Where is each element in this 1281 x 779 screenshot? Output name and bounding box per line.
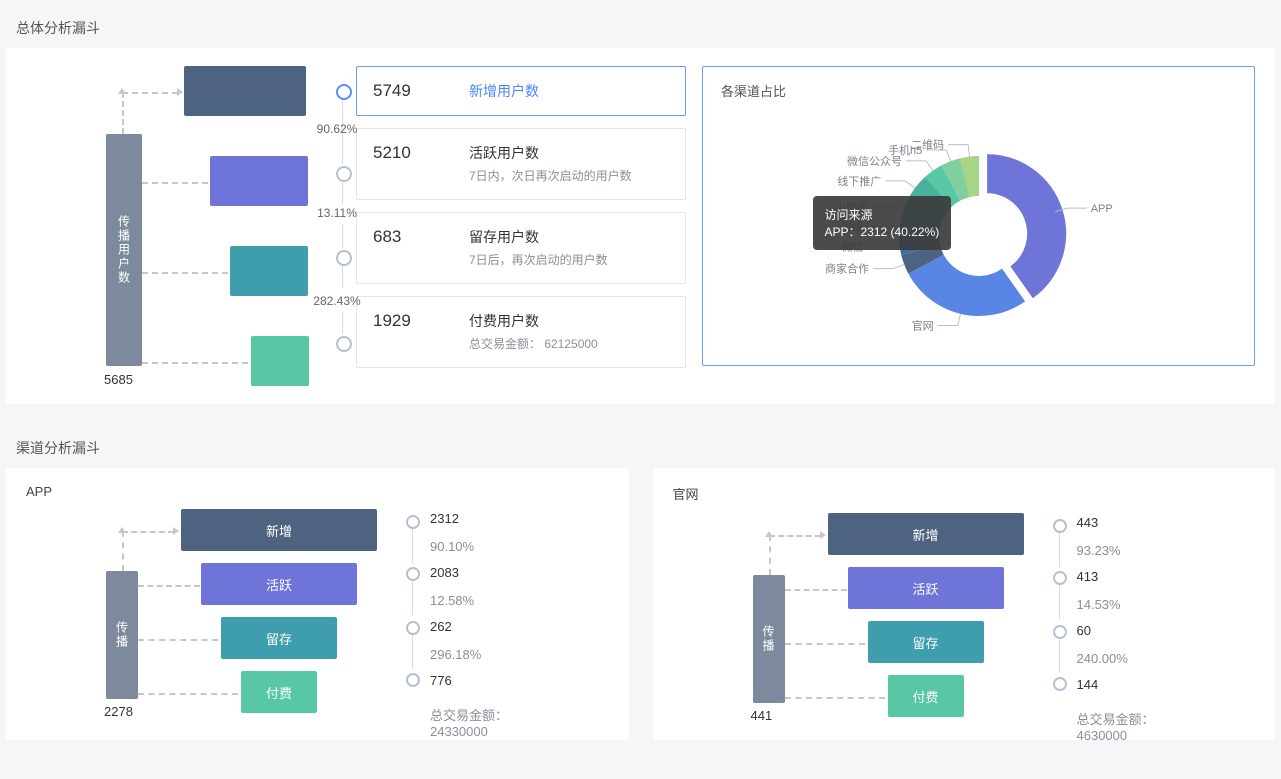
metric-card-new[interactable]: 5749 新增用户数 bbox=[356, 66, 686, 116]
metric-card-retain[interactable]: 683 留存用户数 7日后，再次启动的用户数 bbox=[356, 212, 686, 284]
metric-sub: 7日内，次日再次启动的用户数 bbox=[469, 167, 632, 185]
channel-bar-retain[interactable]: 留存 bbox=[221, 617, 337, 659]
spread-bar: 传播用户数 bbox=[106, 134, 142, 366]
svg-text:二维码: 二维码 bbox=[911, 139, 944, 152]
metric-card-pay[interactable]: 1929 付费用户数总交易金额： 62125000 bbox=[356, 296, 686, 368]
metric-value: 683 bbox=[373, 227, 469, 247]
svg-text:商家合作: 商家合作 bbox=[825, 262, 869, 276]
channel-title: APP bbox=[26, 484, 609, 499]
arrow-icon bbox=[177, 88, 183, 96]
channel-rate: 296.18% bbox=[430, 647, 481, 662]
funnel-bar-retain[interactable] bbox=[230, 246, 308, 296]
timeline-line bbox=[342, 224, 343, 248]
metric-title: 新增用户数 bbox=[469, 81, 539, 101]
channel-rate: 90.10% bbox=[430, 539, 474, 554]
pie-title: 各渠道占比 bbox=[721, 81, 1236, 100]
connector bbox=[122, 92, 124, 134]
rate-label: 90.62% bbox=[302, 122, 372, 136]
metric-sub: 总交易金额： 62125000 bbox=[469, 335, 598, 353]
timeline-dot[interactable] bbox=[336, 336, 352, 352]
connector bbox=[122, 92, 178, 94]
svg-text:官网: 官网 bbox=[911, 318, 933, 332]
channel-bar-pay[interactable]: 付费 bbox=[888, 675, 964, 717]
channel-rate: 240.00% bbox=[1077, 651, 1128, 666]
metric-list: 5749 新增用户数 5210 活跃用户数 7日内，次日再次启动的用户数 683 … bbox=[356, 66, 686, 380]
timeline-dot[interactable] bbox=[336, 84, 352, 100]
metric-title: 活跃用户数 bbox=[469, 143, 632, 163]
funnel-bar-active[interactable] bbox=[210, 156, 308, 206]
tooltip-title: 访问来源 bbox=[825, 206, 940, 223]
channel-bar-active[interactable]: 活跃 bbox=[201, 563, 357, 605]
connector bbox=[142, 272, 228, 274]
channel-value: 60 bbox=[1077, 623, 1091, 638]
channel-value: 776 bbox=[430, 673, 452, 688]
channel-title: 官网 bbox=[673, 484, 1256, 503]
channel-bar-pay[interactable]: 付费 bbox=[241, 671, 317, 713]
channel-value: 443 bbox=[1077, 515, 1099, 530]
metric-value: 5749 bbox=[373, 81, 469, 101]
channel-spread-bar: 传播 bbox=[753, 575, 785, 703]
channel-bar-new[interactable]: 新增 bbox=[828, 513, 1024, 555]
channel-bar-active[interactable]: 活跃 bbox=[848, 567, 1004, 609]
section-title-channels: 渠道分析漏斗 bbox=[0, 420, 1281, 468]
svg-text:APP: APP bbox=[1090, 203, 1112, 215]
timeline-line bbox=[342, 266, 343, 288]
overall-funnel: 传播用户数 5685 90.62% 13.11% 282.43% bbox=[26, 66, 356, 386]
channel-value: 2312 bbox=[430, 511, 459, 526]
metric-sub: 7日后，再次启动的用户数 bbox=[469, 251, 608, 269]
timeline-line bbox=[342, 146, 343, 164]
pie-chart[interactable]: APP官网商家合作微信短信小程序线下推广微信公众号手机h5二维码 访问来源 AP… bbox=[749, 106, 1209, 366]
channel-total: 总交易金额：24330000 bbox=[430, 705, 508, 739]
channel-bar-retain[interactable]: 留存 bbox=[868, 621, 984, 663]
channel-bar-new[interactable]: 新增 bbox=[181, 509, 377, 551]
connector bbox=[142, 182, 208, 184]
channel-card: 官网 传播 441 新增 活跃 留存 付费 bbox=[653, 468, 1276, 740]
tooltip-line: APP：2312 (40.22%) bbox=[825, 223, 940, 240]
metric-title: 付费用户数 bbox=[469, 311, 598, 331]
funnel-timeline: 90.62% 13.11% 282.43% bbox=[328, 66, 358, 386]
overall-card: 传播用户数 5685 90.62% 13.11% 282.43% bbox=[6, 48, 1275, 404]
funnel-bar-pay[interactable] bbox=[251, 336, 309, 386]
channel-funnel: 传播 2278 新增 活跃 留存 付费 bbox=[26, 509, 316, 719]
metric-value: 5210 bbox=[373, 143, 469, 163]
metric-title: 留存用户数 bbox=[469, 227, 608, 247]
channel-spread-bar: 传播 bbox=[106, 571, 138, 699]
channel-value: 413 bbox=[1077, 569, 1099, 584]
channel-value: 144 bbox=[1077, 677, 1099, 692]
timeline-dot[interactable] bbox=[336, 166, 352, 182]
channel-total: 总交易金额：4630000 bbox=[1077, 709, 1155, 743]
pie-panel: 各渠道占比 APP官网商家合作微信短信小程序线下推广微信公众号手机h5二维码 访… bbox=[702, 66, 1255, 366]
channel-rate: 14.53% bbox=[1077, 597, 1121, 612]
rate-label: 282.43% bbox=[302, 294, 372, 308]
funnel-bar-new[interactable] bbox=[184, 66, 306, 116]
channel-spread-value: 2278 bbox=[104, 704, 133, 719]
channel-value: 262 bbox=[430, 619, 452, 634]
channel-rate: 12.58% bbox=[430, 593, 474, 608]
channel-rate: 93.23% bbox=[1077, 543, 1121, 558]
metric-value: 1929 bbox=[373, 311, 469, 331]
channel-funnel: 传播 441 新增 活跃 留存 付费 bbox=[673, 513, 963, 723]
pie-tooltip: 访问来源 APP：2312 (40.22%) bbox=[813, 196, 952, 250]
channel-spread-value: 441 bbox=[751, 708, 773, 723]
connector bbox=[142, 362, 248, 364]
channel-card: APP 传播 2278 新增 活跃 留存 付费 bbox=[6, 468, 629, 740]
svg-text:线下推广: 线下推广 bbox=[837, 174, 881, 188]
spread-value: 5685 bbox=[104, 372, 133, 387]
metric-card-active[interactable]: 5210 活跃用户数 7日内，次日再次启动的用户数 bbox=[356, 128, 686, 200]
timeline-line bbox=[342, 312, 343, 334]
channel-value: 2083 bbox=[430, 565, 459, 580]
section-title-overall: 总体分析漏斗 bbox=[0, 0, 1281, 48]
timeline-line bbox=[342, 182, 343, 204]
rate-label: 13.11% bbox=[302, 206, 372, 220]
timeline-dot[interactable] bbox=[336, 250, 352, 266]
